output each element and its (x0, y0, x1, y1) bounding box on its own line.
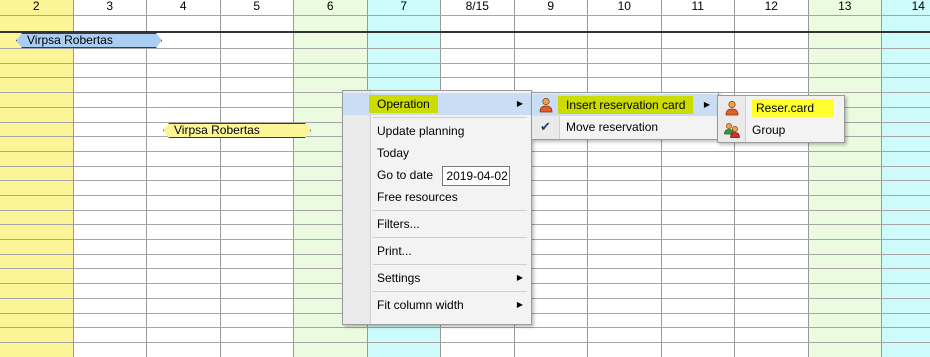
day-column[interactable]: 14 (882, 0, 930, 357)
day-column-header: 12 (764, 0, 778, 13)
menu-item-label: Move reservation (566, 120, 659, 134)
menu-item-reser-card[interactable]: Reser.card (718, 97, 844, 119)
context-menu: Operation ▶ Update planning Today Go to … (342, 90, 532, 325)
day-column[interactable]: 10 (588, 0, 662, 357)
insert-card-submenu: Reser.card Group (717, 95, 845, 143)
menu-item-update-planning[interactable]: Update planning (343, 120, 531, 142)
row-divider (0, 77, 930, 78)
menu-item-label: Today (377, 146, 410, 160)
day-column-header: 7 (400, 0, 408, 13)
day-column-header: 6 (326, 0, 334, 13)
menu-item-go-to-date[interactable]: Go to date 2019-04-02 (343, 164, 531, 186)
submenu-arrow-icon: ▶ (516, 300, 523, 309)
row-divider (0, 63, 930, 64)
submenu-arrow-icon: ▶ (516, 99, 523, 108)
day-column-header: 10 (617, 0, 631, 13)
day-column-header: 8/15 (465, 0, 489, 13)
menu-item-label: Filters... (377, 217, 420, 231)
row-divider (0, 327, 930, 328)
operation-submenu: Insert reservation card ▶ ✔ Move reserva… (531, 92, 719, 140)
day-column[interactable]: 4 (147, 0, 221, 357)
day-column[interactable]: 3 (74, 0, 147, 357)
menu-item-today[interactable]: Today (343, 142, 531, 164)
day-column[interactable]: 11 (662, 0, 735, 357)
menu-item-label: Free resources (377, 190, 458, 204)
day-column[interactable]: 5 (221, 0, 294, 357)
day-column-header: 14 (911, 0, 925, 13)
person-icon (539, 97, 553, 113)
menu-item-fit-column-width[interactable]: Fit column width ▶ (343, 294, 531, 316)
menu-item-label: Go to date (377, 168, 434, 182)
checkmark-icon: ✔ (540, 119, 551, 134)
menu-item-operation[interactable]: Operation ▶ (343, 93, 531, 115)
go-to-date-input[interactable]: 2019-04-02 (442, 165, 511, 186)
menu-item-settings[interactable]: Settings ▶ (343, 267, 531, 289)
row-divider (0, 342, 930, 343)
menu-item-label: Group (752, 123, 786, 137)
menu-item-label: Print... (377, 244, 412, 258)
day-column-header: 11 (691, 0, 704, 13)
row-divider (0, 48, 930, 49)
menu-item-label: Settings (377, 271, 421, 285)
day-column[interactable]: 13 (808, 0, 882, 357)
day-column-header: 9 (547, 0, 555, 13)
menu-separator (373, 117, 527, 118)
row-divider (0, 15, 930, 16)
person-icon (725, 100, 739, 116)
menu-separator (373, 291, 527, 292)
day-column[interactable]: 2 (0, 0, 74, 357)
menu-item-label: Fit column width (377, 298, 464, 312)
day-column[interactable]: 12 (735, 0, 809, 357)
menu-item-group[interactable]: Group (718, 119, 844, 141)
day-column-header: 13 (838, 0, 852, 13)
submenu-arrow-icon: ▶ (516, 273, 523, 282)
day-column-header: 3 (106, 0, 114, 13)
menu-item-label: Reser.card (752, 99, 835, 117)
reservation-bar[interactable]: Virpsa Robertas (16, 33, 162, 48)
menu-separator (373, 237, 527, 238)
submenu-arrow-icon: ▶ (703, 100, 710, 109)
menu-item-insert-reservation-card[interactable]: Insert reservation card ▶ (532, 94, 718, 116)
menu-item-print[interactable]: Print... (343, 240, 531, 262)
menu-separator (373, 210, 527, 211)
reservation-bar[interactable]: Virpsa Robertas (163, 123, 311, 138)
group-icon (724, 123, 740, 138)
menu-item-label: Insert reservation card (558, 96, 694, 114)
menu-item-label: Update planning (377, 124, 465, 138)
header-divider (0, 31, 930, 33)
menu-item-move-reservation[interactable]: ✔ Move reservation (532, 116, 718, 138)
day-column-header: 2 (32, 0, 40, 13)
day-column-header: 5 (253, 0, 261, 13)
menu-item-free-resources[interactable]: Free resources (343, 186, 531, 208)
menu-item-label: Operation (369, 95, 438, 113)
menu-item-filters[interactable]: Filters... (343, 213, 531, 235)
menu-separator (373, 264, 527, 265)
day-column-header: 4 (179, 0, 187, 13)
